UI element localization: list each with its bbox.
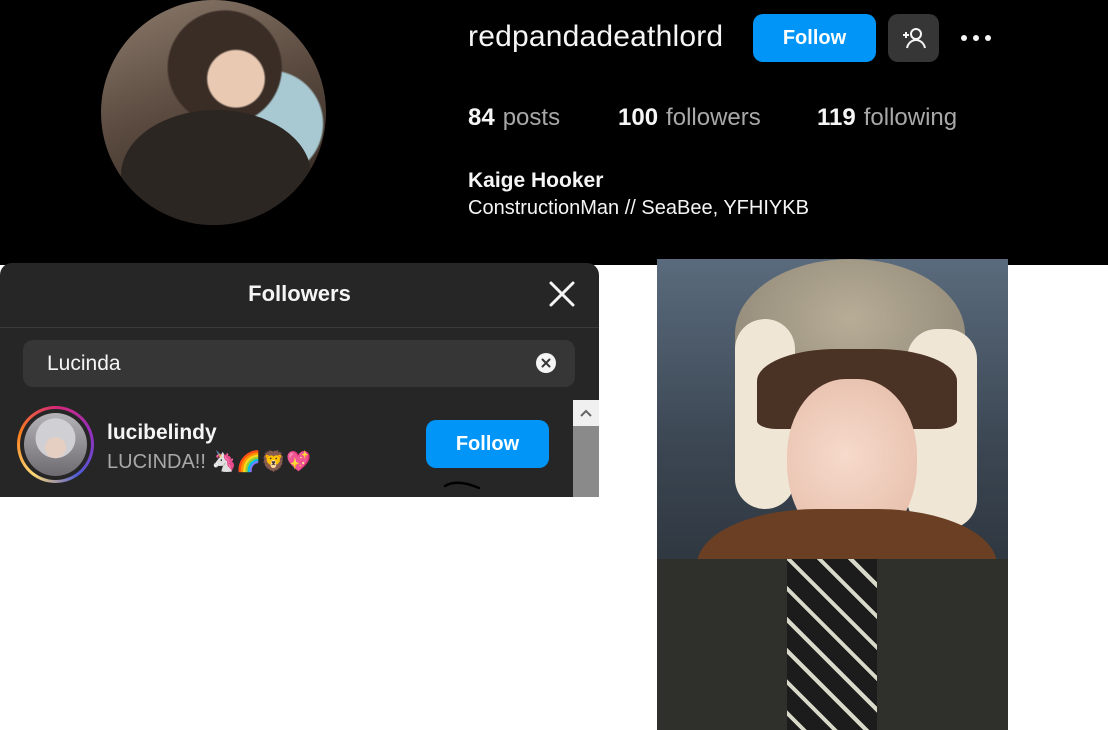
modal-title: Followers (248, 281, 351, 306)
profile-username: redpandadeathlord (468, 20, 724, 53)
pen-scribble (443, 481, 481, 490)
selfie-photo (657, 259, 1008, 730)
posts-count: 84 (468, 104, 495, 131)
stat-posts: 84 posts (468, 104, 560, 132)
follow-button[interactable]: Follow (753, 14, 876, 62)
profile-full-name: Kaige Hooker (468, 169, 604, 192)
followers-label: followers (666, 104, 761, 131)
dot (973, 35, 979, 41)
more-options-icon[interactable] (955, 22, 997, 54)
list-item[interactable]: lucibelindy LUCINDA!! 🦄🌈🦁💖 Follow (0, 403, 573, 497)
stat-followers[interactable]: 100 followers (618, 104, 761, 132)
result-subtitle: LUCINDA!! 🦄🌈🦁💖 (107, 451, 312, 473)
dot (985, 35, 991, 41)
dot (961, 35, 967, 41)
story-ring-inner (20, 409, 91, 480)
scroll-thumb[interactable] (573, 426, 599, 497)
chevron-up-icon (580, 409, 592, 417)
profile-header: redpandadeathlord Follow 84 posts 100 fo… (0, 0, 1108, 265)
profile-avatar[interactable] (101, 0, 326, 225)
result-username[interactable]: lucibelindy (107, 421, 217, 445)
following-count: 119 (817, 104, 856, 131)
photo-shirt-shape (787, 559, 877, 730)
scroll-up-button[interactable] (573, 400, 599, 426)
suggest-similar-button[interactable] (888, 14, 939, 62)
x-glyph (541, 358, 551, 368)
following-label: following (863, 104, 958, 131)
avatar-coat-shape (121, 110, 311, 225)
stat-following[interactable]: 119 following (817, 104, 957, 132)
result-follow-button[interactable]: Follow (426, 420, 549, 468)
add-person-icon (902, 28, 926, 49)
close-button[interactable] (545, 277, 579, 311)
search-input[interactable]: Lucinda (23, 340, 575, 387)
scrollbar[interactable] (573, 400, 599, 497)
posts-label: posts (502, 104, 561, 131)
close-icon (549, 281, 575, 307)
clear-search-icon[interactable] (536, 353, 556, 373)
avatar (24, 413, 87, 476)
modal-header: Followers (0, 263, 599, 328)
story-ring[interactable] (17, 406, 94, 483)
followers-count: 100 (618, 104, 659, 131)
search-value[interactable]: Lucinda (47, 352, 121, 376)
profile-bio: ConstructionMan // SeaBee, YFHIYKB (468, 197, 809, 219)
followers-modal: Followers Lucinda lucibelindy LUCINDA!! … (0, 263, 599, 497)
